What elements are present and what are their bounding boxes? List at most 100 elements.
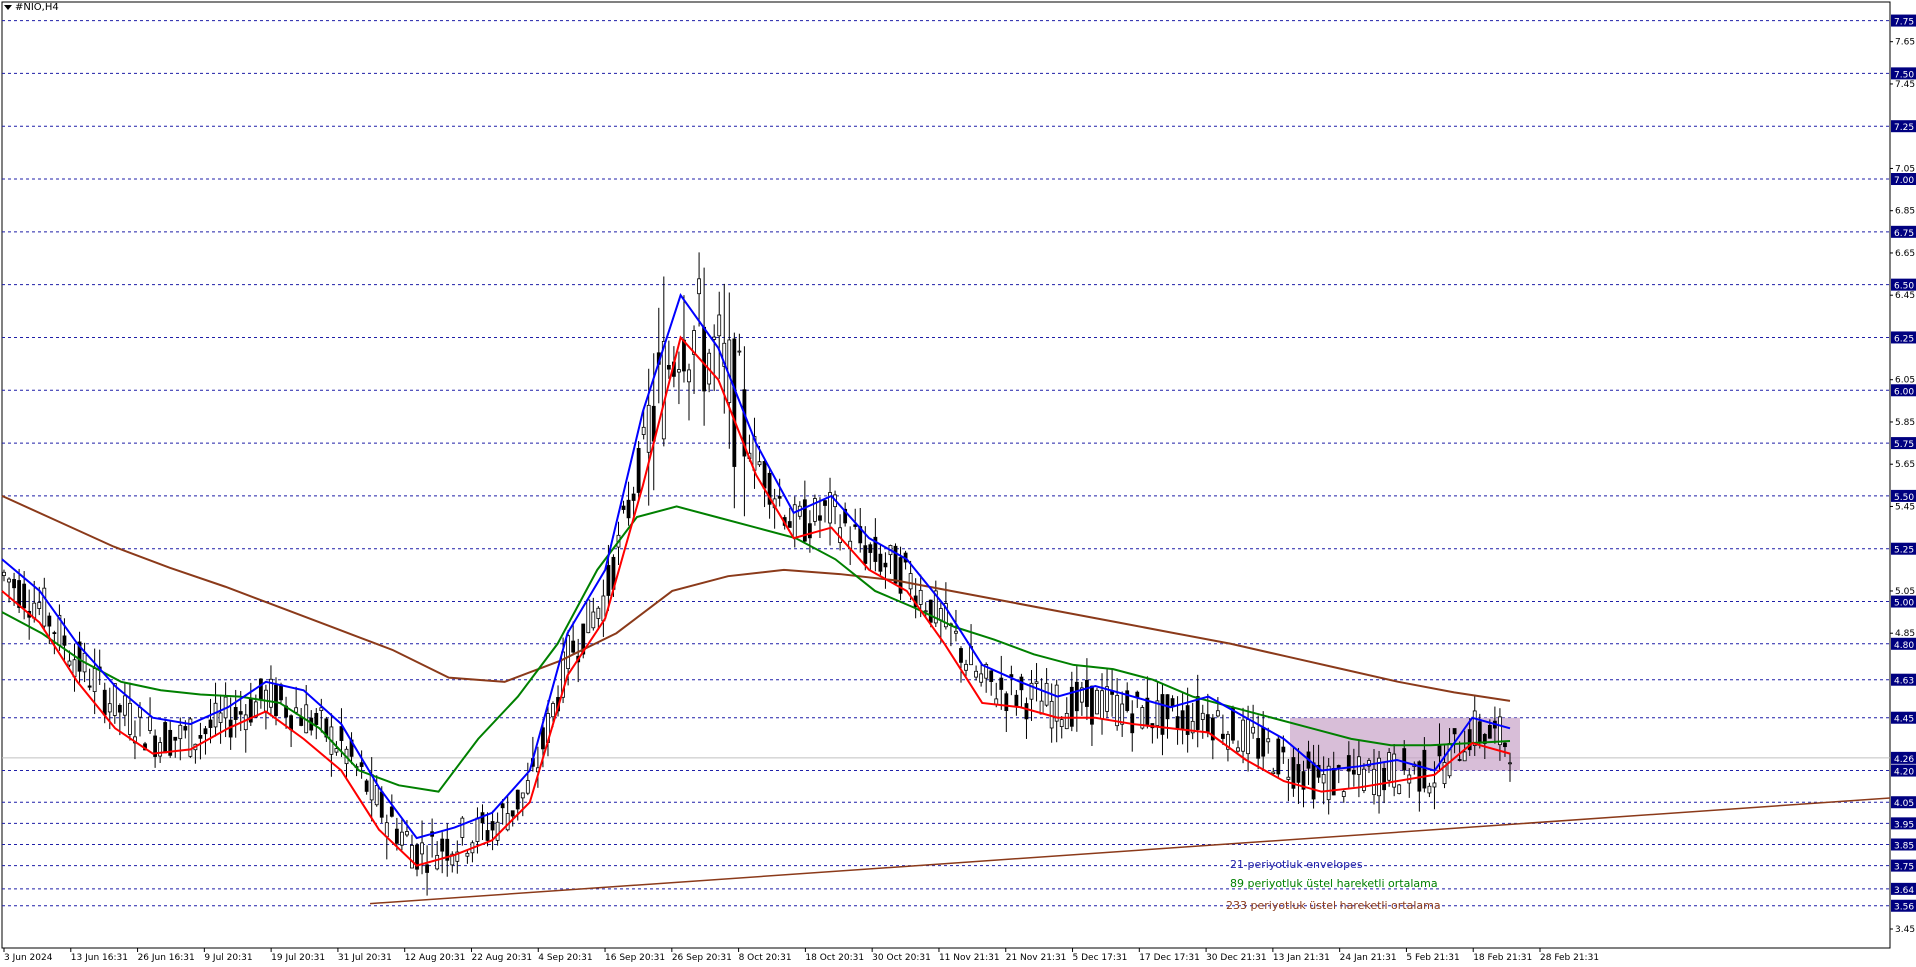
candle-body — [198, 735, 203, 739]
symbol-title-text: #NIO,H4 — [15, 2, 59, 13]
candle-body — [1054, 684, 1059, 722]
candle-body — [22, 583, 27, 609]
level-label: 3.56 — [1894, 903, 1914, 913]
candle-body — [1321, 774, 1326, 784]
level-label: 7.50 — [1894, 70, 1914, 80]
candle-body — [807, 523, 812, 539]
candle-body — [1508, 762, 1512, 765]
candle-body — [178, 724, 183, 740]
dropdown-triangle-icon[interactable] — [4, 5, 12, 10]
candle-body — [520, 792, 525, 799]
candle-body — [641, 426, 646, 435]
x-tick-label: 22 Aug 20:31 — [471, 953, 532, 963]
level-label: 3.75 — [1894, 863, 1914, 873]
y-tick-label: 6.85 — [1895, 207, 1915, 217]
candle-body — [1261, 727, 1266, 757]
candle-body — [1462, 751, 1467, 762]
candle-body — [1372, 768, 1376, 795]
level-label: 4.05 — [1894, 799, 1914, 809]
candle-body — [279, 684, 283, 701]
candle-body — [1311, 762, 1316, 800]
candle-body — [601, 595, 606, 622]
candle-body — [394, 828, 399, 844]
x-tick-label: 16 Sep 20:31 — [605, 953, 665, 963]
candle-body — [762, 461, 767, 489]
chart-svg[interactable]: 7.75 7.50 7.25 7.00 6.75 6.50 6.25 6.00 5.75 5.50… — [0, 0, 1916, 963]
candle-body — [1175, 716, 1180, 729]
symbol-title: #NIO,H4 — [4, 2, 59, 13]
x-tick-label: 11 Nov 21:31 — [939, 953, 1000, 963]
candle-body — [954, 630, 958, 634]
candle-body — [67, 660, 72, 666]
candle-body — [243, 714, 248, 731]
candle-body — [551, 703, 555, 718]
candle-body — [405, 831, 409, 836]
current-price-label: 4.26 — [1894, 755, 1914, 765]
candle-body — [1351, 769, 1356, 775]
candle-body — [37, 602, 42, 609]
candle-body — [1427, 785, 1432, 794]
x-tick-label: 28 Feb 21:31 — [1540, 953, 1599, 963]
candle-body — [1095, 689, 1099, 715]
candle-body — [87, 685, 92, 688]
candle-body — [823, 500, 827, 506]
candle-body — [2, 571, 6, 576]
candle-body — [359, 762, 364, 767]
candle-body — [1246, 719, 1250, 755]
support-trendline[interactable] — [369, 797, 1891, 905]
candle-body — [1452, 728, 1457, 735]
candle-body — [1281, 746, 1286, 753]
level-label: 5.50 — [1894, 493, 1914, 503]
level-label: 3.95 — [1894, 820, 1914, 830]
legend-annotation: 89 periyotluk üstel hareketli ortalama — [1230, 877, 1438, 890]
candle-body — [208, 719, 213, 728]
candle-body — [777, 496, 782, 499]
level-label: 6.50 — [1894, 282, 1914, 292]
candle-body — [158, 742, 163, 757]
candle-body — [1004, 693, 1009, 712]
level-label: 4.80 — [1894, 641, 1914, 651]
candle-body — [631, 493, 636, 501]
candle-body — [384, 822, 389, 838]
candle-body — [1402, 748, 1407, 771]
candle-body — [646, 404, 651, 453]
candle-body — [863, 545, 868, 564]
candle-body — [465, 852, 470, 857]
level-label: 7.00 — [1894, 176, 1914, 186]
legend-annotation: 21 periyotluk envelopes — [1230, 858, 1363, 871]
candle-body — [525, 780, 530, 794]
candle-body — [1341, 791, 1346, 797]
candle-body — [1170, 698, 1175, 707]
candle-body — [389, 806, 394, 817]
x-tick-label: 30 Oct 20:31 — [872, 953, 931, 963]
candle-body — [148, 716, 152, 731]
x-tick-label: 30 Dec 21:31 — [1206, 953, 1267, 963]
candle-body — [1014, 694, 1019, 707]
envelope-lower-line — [1, 335, 1511, 867]
candle-body — [62, 635, 67, 646]
candle-body — [425, 864, 429, 873]
x-tick-label: 19 Jul 20:31 — [271, 953, 325, 963]
candle-body — [1044, 682, 1049, 706]
candle-body — [1276, 738, 1281, 775]
candle-body — [1205, 714, 1210, 733]
candle-body — [500, 803, 505, 809]
x-tick-label: 24 Jan 21:31 — [1340, 953, 1397, 963]
candle-body — [1397, 784, 1402, 794]
candle-body — [173, 736, 178, 741]
candle-body — [12, 579, 16, 589]
level-label: 5.25 — [1894, 546, 1914, 556]
candle-body — [1024, 703, 1029, 720]
x-tick-label: 5 Dec 17:31 — [1073, 953, 1128, 963]
candle-body — [233, 706, 238, 720]
level-label: 3.64 — [1894, 886, 1914, 896]
candle-body — [52, 632, 57, 635]
candle-body — [1326, 765, 1331, 801]
candle-body — [163, 722, 168, 754]
candle-body — [677, 369, 681, 373]
x-tick-label: 13 Jun 16:31 — [71, 953, 128, 963]
y-tick-label: 6.65 — [1895, 249, 1915, 259]
candle-body — [1049, 700, 1054, 729]
candle-body — [1271, 771, 1276, 774]
level-label: 4.45 — [1894, 715, 1914, 725]
